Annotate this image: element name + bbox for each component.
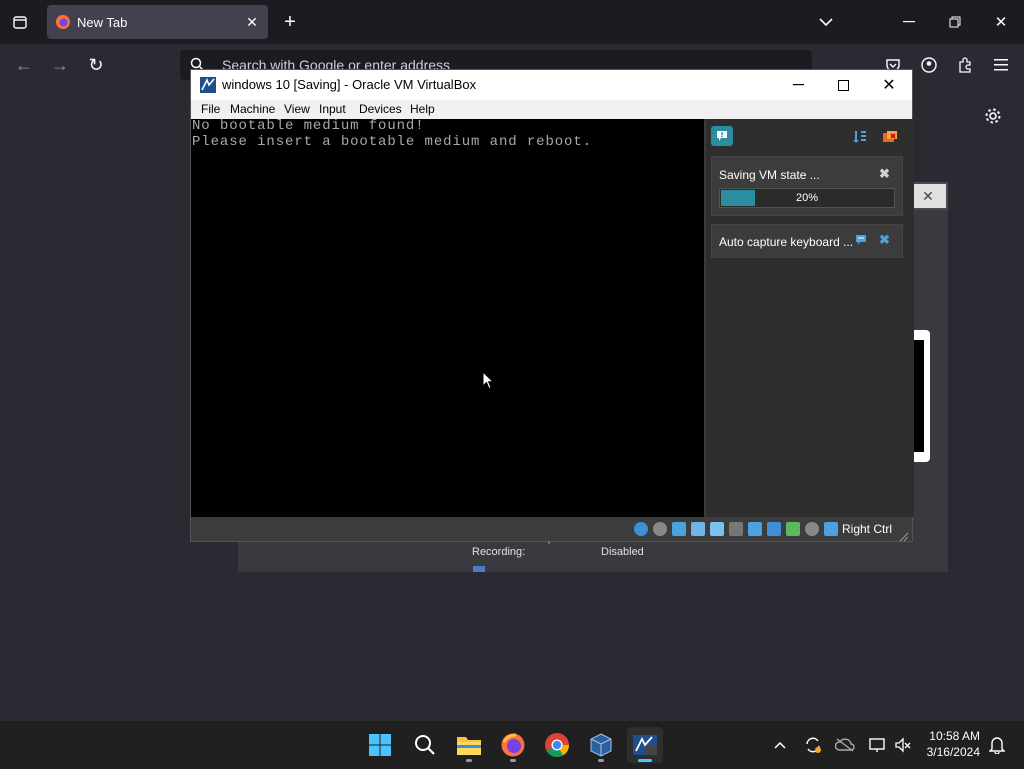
tab-list-icon[interactable] [8, 11, 32, 33]
do-not-show-again-icon[interactable] [855, 233, 867, 251]
tab-new-tab[interactable]: New Tab ✕ [47, 5, 268, 39]
audio-icon[interactable] [672, 522, 686, 536]
vm-window-icon[interactable] [627, 727, 663, 763]
vm-window-title: windows 10 [Saving] - Oracle VM VirtualB… [222, 77, 477, 92]
detail-value: Disabled [601, 546, 644, 558]
taskbar: 10:58 AM 3/16/2024 [0, 720, 1024, 769]
firefox-icon[interactable] [495, 727, 531, 763]
account-icon[interactable] [917, 53, 941, 77]
notification-bell-icon[interactable] [986, 734, 1008, 756]
onedrive-icon[interactable] [834, 734, 856, 756]
dismiss-icon[interactable]: ✖ [879, 166, 890, 182]
virtualbox-icon [199, 76, 217, 99]
close-tab-icon[interactable]: ✕ [243, 13, 261, 31]
vm-close-icon[interactable]: ✕ [874, 73, 904, 97]
network-icon[interactable] [866, 734, 888, 756]
vm-maximize-icon[interactable] [828, 73, 858, 97]
menu-input[interactable]: Input [319, 102, 346, 116]
sync-icon[interactable] [802, 734, 824, 756]
new-tab-button[interactable]: + [278, 11, 302, 33]
progress-text: 20% [795, 192, 819, 204]
gear-icon[interactable] [981, 104, 1005, 128]
hard-disk-icon[interactable] [634, 522, 648, 536]
shared-folders-icon[interactable] [729, 522, 743, 536]
menu-view[interactable]: View [284, 102, 310, 116]
chrome-icon[interactable] [539, 727, 575, 763]
menu-icon[interactable] [989, 53, 1013, 77]
vm-display[interactable]: No bootable medium found! Please insert … [191, 118, 704, 517]
file-explorer-icon[interactable] [451, 727, 487, 763]
saving-notification: Saving VM state ... ✖ 20% [711, 156, 903, 216]
host-key-label: Right Ctrl [842, 522, 893, 536]
display-icon[interactable] [748, 522, 762, 536]
usb-icon[interactable] [710, 522, 724, 536]
autocapture-notification: Auto capture keyboard ... ✖ [711, 224, 903, 258]
restore-icon[interactable] [943, 11, 967, 33]
recording-icon[interactable] [767, 522, 781, 536]
search-icon[interactable] [407, 727, 443, 763]
back-icon[interactable]: ← [12, 53, 36, 77]
resize-grip-icon[interactable] [899, 529, 909, 542]
chevron-up-icon[interactable] [770, 735, 790, 755]
start-icon[interactable] [362, 727, 398, 763]
reload-icon[interactable]: ↻ [84, 53, 108, 77]
clock-date[interactable]: 3/16/2024 [918, 745, 980, 759]
notification-bell-icon[interactable] [711, 126, 733, 146]
console-line: No bootable medium found! [192, 118, 425, 134]
virtualbox-window: windows 10 [Saving] - Oracle VM VirtualB… [191, 70, 914, 542]
dismiss-icon[interactable]: ✖ [879, 232, 890, 248]
menu-machine[interactable]: Machine [230, 102, 275, 116]
menu-help[interactable]: Help [410, 102, 435, 116]
vm-statusbar: Right Ctrl [191, 517, 912, 542]
detail-icon [473, 566, 485, 572]
console-line: Please insert a bootable medium and rebo… [192, 134, 592, 150]
firefox-icon [55, 14, 71, 35]
mouse-pointer-icon [482, 370, 495, 395]
vm-titlebar[interactable]: windows 10 [Saving] - Oracle VM VirtualB… [191, 70, 912, 100]
cpu-icon[interactable] [786, 522, 800, 536]
virtualbox-icon[interactable] [583, 727, 619, 763]
chevron-down-icon[interactable] [814, 11, 838, 33]
extensions-icon[interactable] [953, 53, 977, 77]
menu-devices[interactable]: Devices [359, 102, 402, 116]
optical-drive-icon[interactable] [653, 522, 667, 536]
close-window-icon[interactable]: ✕ [989, 11, 1013, 33]
mouse-integration-icon[interactable] [805, 522, 819, 536]
vm-minimize-icon[interactable] [783, 73, 813, 97]
network-icon[interactable] [691, 522, 705, 536]
browser-tab-bar: New Tab ✕ + ✕ [0, 0, 1024, 44]
close-icon[interactable]: ✕ [910, 184, 946, 208]
keyboard-capture-icon[interactable] [824, 522, 838, 536]
autocapture-label: Auto capture keyboard ... [719, 235, 854, 249]
vm-menubar: File Machine View Input Devices Help [191, 100, 912, 119]
menu-file[interactable]: File [201, 102, 220, 116]
clock-time[interactable]: 10:58 AM [918, 729, 980, 743]
progress-bar: 20% [719, 188, 895, 208]
notification-center: Saving VM state ... ✖ 20% Auto capture k… [704, 119, 914, 517]
forward-icon[interactable]: → [48, 53, 72, 77]
volume-muted-icon[interactable] [892, 734, 914, 756]
tab-title: New Tab [77, 15, 128, 30]
sort-icon[interactable] [851, 128, 869, 146]
detail-label: Recording: [472, 546, 526, 558]
clear-all-icon[interactable] [880, 128, 900, 146]
saving-label: Saving VM state ... [719, 168, 820, 182]
minimize-icon[interactable] [897, 11, 921, 33]
